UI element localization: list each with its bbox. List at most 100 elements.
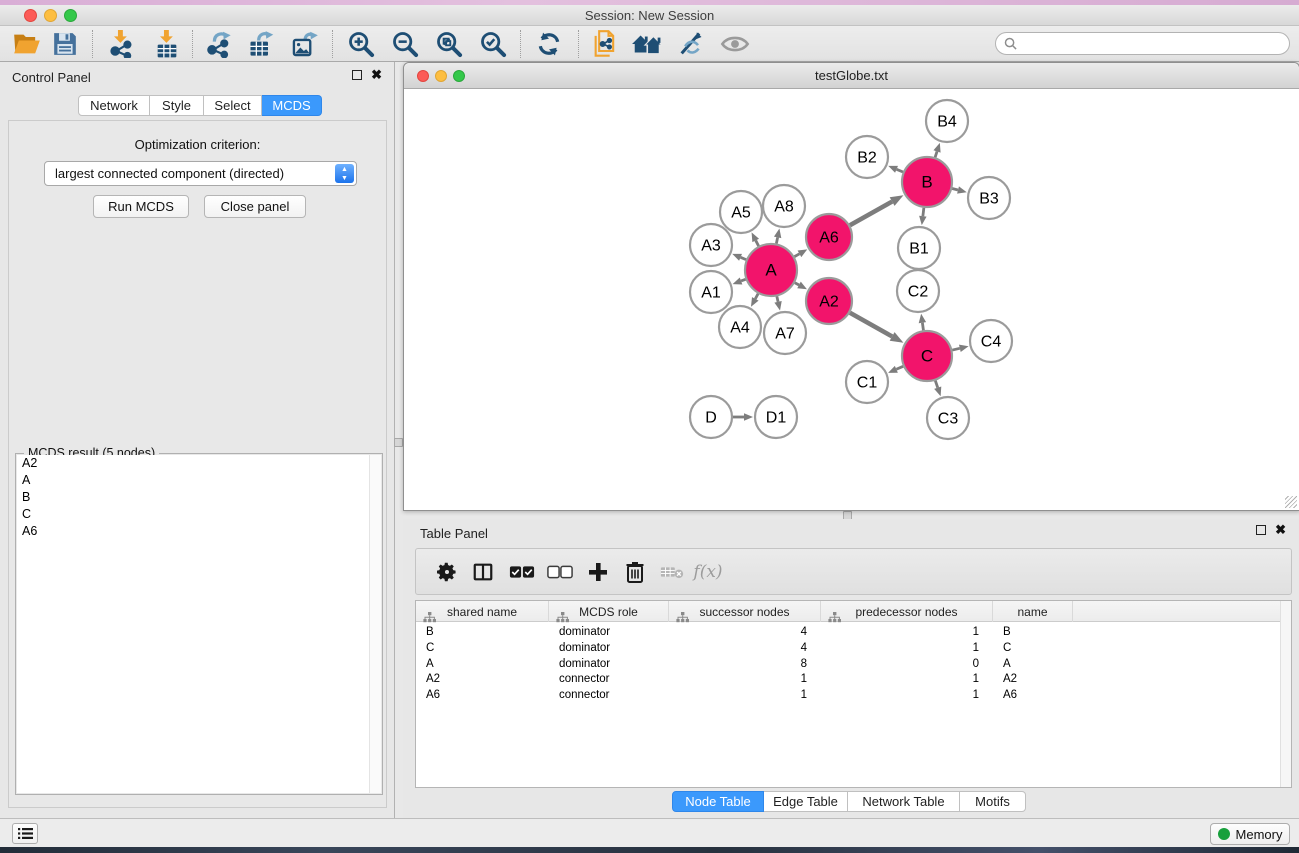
main-titlebar[interactable]: Session: New Session [0, 5, 1299, 26]
export-network-icon[interactable] [202, 29, 236, 59]
tab-motifs[interactable]: Motifs [960, 791, 1026, 812]
table-cell: A6 [993, 687, 1073, 703]
table-cell: B [993, 624, 1073, 640]
optimization-criterion-dropdown[interactable]: largest connected component (directed) ▲… [44, 161, 357, 186]
graph-edge-A-A4[interactable] [755, 294, 758, 299]
graph-edge-A-A2[interactable] [795, 283, 799, 285]
graph-edge-A-A5[interactable] [756, 240, 759, 246]
graph-edge-C-C4[interactable] [952, 348, 960, 350]
network-canvas[interactable]: AA1A2A3A4A5A6A7A8BB1B2B3B4CC1C2C3C4DD1 [404, 89, 1299, 510]
close-panel-icon[interactable]: ✖ [371, 70, 382, 80]
mcds-result-item[interactable]: C [17, 506, 381, 523]
edge-arrowhead [888, 166, 898, 173]
table-tabs: Node TableEdge TableNetwork TableMotifs [672, 791, 1026, 812]
graph-edge-A-A6[interactable] [794, 254, 799, 257]
zoom-selected-icon[interactable] [476, 29, 510, 59]
search-input[interactable] [1022, 37, 1289, 51]
duplicate-network-icon[interactable] [588, 29, 622, 59]
import-network-icon[interactable] [104, 29, 138, 59]
mcds-result-item[interactable]: A6 [17, 523, 381, 540]
tab-node-table[interactable]: Node Table [672, 791, 764, 812]
close-panel-button[interactable]: Close panel [204, 195, 306, 218]
open-file-icon[interactable] [10, 29, 44, 59]
table-row[interactable]: Bdominator41B [416, 624, 1291, 640]
table-cell: connector [549, 671, 669, 687]
tab-network-table[interactable]: Network Table [848, 791, 960, 812]
tab-mcds[interactable]: MCDS [262, 95, 322, 116]
export-image-icon[interactable] [288, 29, 322, 59]
toggle-graphics-details-icon[interactable] [674, 29, 708, 59]
graph-edge-A-A8[interactable] [776, 237, 777, 243]
float-panel-icon[interactable] [352, 70, 362, 80]
graph-edge-A-A3[interactable] [741, 257, 747, 259]
vertical-split-handle[interactable] [394, 438, 403, 447]
add-column-icon[interactable] [582, 557, 614, 587]
delete-table-icon[interactable] [656, 557, 688, 587]
graph-edge-A-A1[interactable] [741, 279, 746, 281]
float-panel-icon[interactable] [1256, 525, 1266, 535]
select-all-checkboxes-icon[interactable] [506, 557, 538, 587]
run-mcds-button[interactable]: Run MCDS [93, 195, 189, 218]
window-resize-grip[interactable] [1285, 496, 1297, 508]
close-panel-icon[interactable]: ✖ [1275, 525, 1286, 535]
zoom-fit-icon[interactable] [432, 29, 466, 59]
eye-icon[interactable] [718, 29, 752, 59]
graph-node-label: A5 [731, 205, 751, 222]
table-settings-icon[interactable] [431, 557, 463, 587]
column-header-successor-nodes[interactable]: successor nodes [669, 601, 821, 622]
table-cell: A2 [993, 671, 1073, 687]
mcds-result-list[interactable]: A2ABCA6 [17, 455, 381, 793]
graph-edge-A6-B[interactable] [850, 202, 892, 226]
table-panel-title: Table Panel [420, 526, 488, 541]
zoom-in-icon[interactable] [344, 29, 378, 59]
column-header-predecessor-nodes[interactable]: predecessor nodes [821, 601, 993, 622]
graph-edge-A2-C[interactable] [850, 313, 892, 337]
mcds-result-item[interactable]: B [17, 489, 381, 506]
save-session-icon[interactable] [48, 29, 82, 59]
graph-edge-B-B3[interactable] [952, 188, 958, 190]
table-cell: C [993, 640, 1073, 656]
tab-edge-table[interactable]: Edge Table [764, 791, 848, 812]
network-view-window[interactable]: testGlobe.txt AA1A2A3A4A5A6A7A8BB1B2B3B4… [403, 62, 1299, 511]
column-layout-icon[interactable] [467, 557, 499, 587]
window-title: Session: New Session [0, 8, 1299, 23]
table-row[interactable]: Adominator80A [416, 656, 1291, 672]
show-panels-list-button[interactable] [12, 823, 38, 844]
table-row[interactable]: A2connector11A2 [416, 671, 1291, 687]
deselect-all-checkboxes-icon[interactable] [544, 557, 576, 587]
column-header-MCDS-role[interactable]: MCDS role [549, 601, 669, 622]
column-header-shared-name[interactable]: shared name [416, 601, 549, 622]
table-cell: 8 [669, 656, 821, 672]
search-field[interactable] [995, 32, 1290, 55]
refresh-icon[interactable] [532, 29, 566, 59]
graph-edge-C-C1[interactable] [896, 366, 903, 369]
tab-network[interactable]: Network [78, 95, 150, 116]
export-table-icon[interactable] [244, 29, 278, 59]
table-row[interactable]: Cdominator41C [416, 640, 1291, 656]
memory-button[interactable]: Memory [1210, 823, 1290, 845]
graph-edge-C-C3[interactable] [935, 381, 937, 388]
graph-node-label: A8 [774, 199, 794, 216]
edge-arrowhead [774, 229, 781, 239]
tab-style[interactable]: Style [150, 95, 204, 116]
node-table[interactable]: shared nameMCDS rolesuccessor nodesprede… [415, 600, 1292, 788]
network-window-titlebar[interactable]: testGlobe.txt [404, 63, 1299, 89]
graph-edge-C-C2[interactable] [922, 323, 923, 331]
delete-column-icon[interactable] [619, 557, 651, 587]
mcds-result-item[interactable]: A [17, 472, 381, 489]
mcds-result-item[interactable]: A2 [17, 455, 381, 472]
import-table-icon[interactable] [150, 29, 184, 59]
table-row[interactable]: A6connector11A6 [416, 687, 1291, 703]
column-header-name[interactable]: name [993, 601, 1073, 622]
tab-select[interactable]: Select [204, 95, 262, 116]
graph-edge-B-B2[interactable] [897, 169, 903, 172]
graph-edge-B-B1[interactable] [923, 208, 924, 216]
graph-edge-A-A7[interactable] [777, 296, 778, 301]
table-scrollbar[interactable] [1280, 601, 1291, 787]
mcds-list-scrollbar[interactable] [369, 455, 381, 793]
zoom-out-icon[interactable] [388, 29, 422, 59]
apply-function-icon[interactable]: f(x) [692, 557, 724, 587]
graph-edge-B-B4[interactable] [935, 151, 937, 157]
home-layout-icon[interactable] [630, 29, 664, 59]
graph-node-label: C4 [981, 334, 1002, 351]
